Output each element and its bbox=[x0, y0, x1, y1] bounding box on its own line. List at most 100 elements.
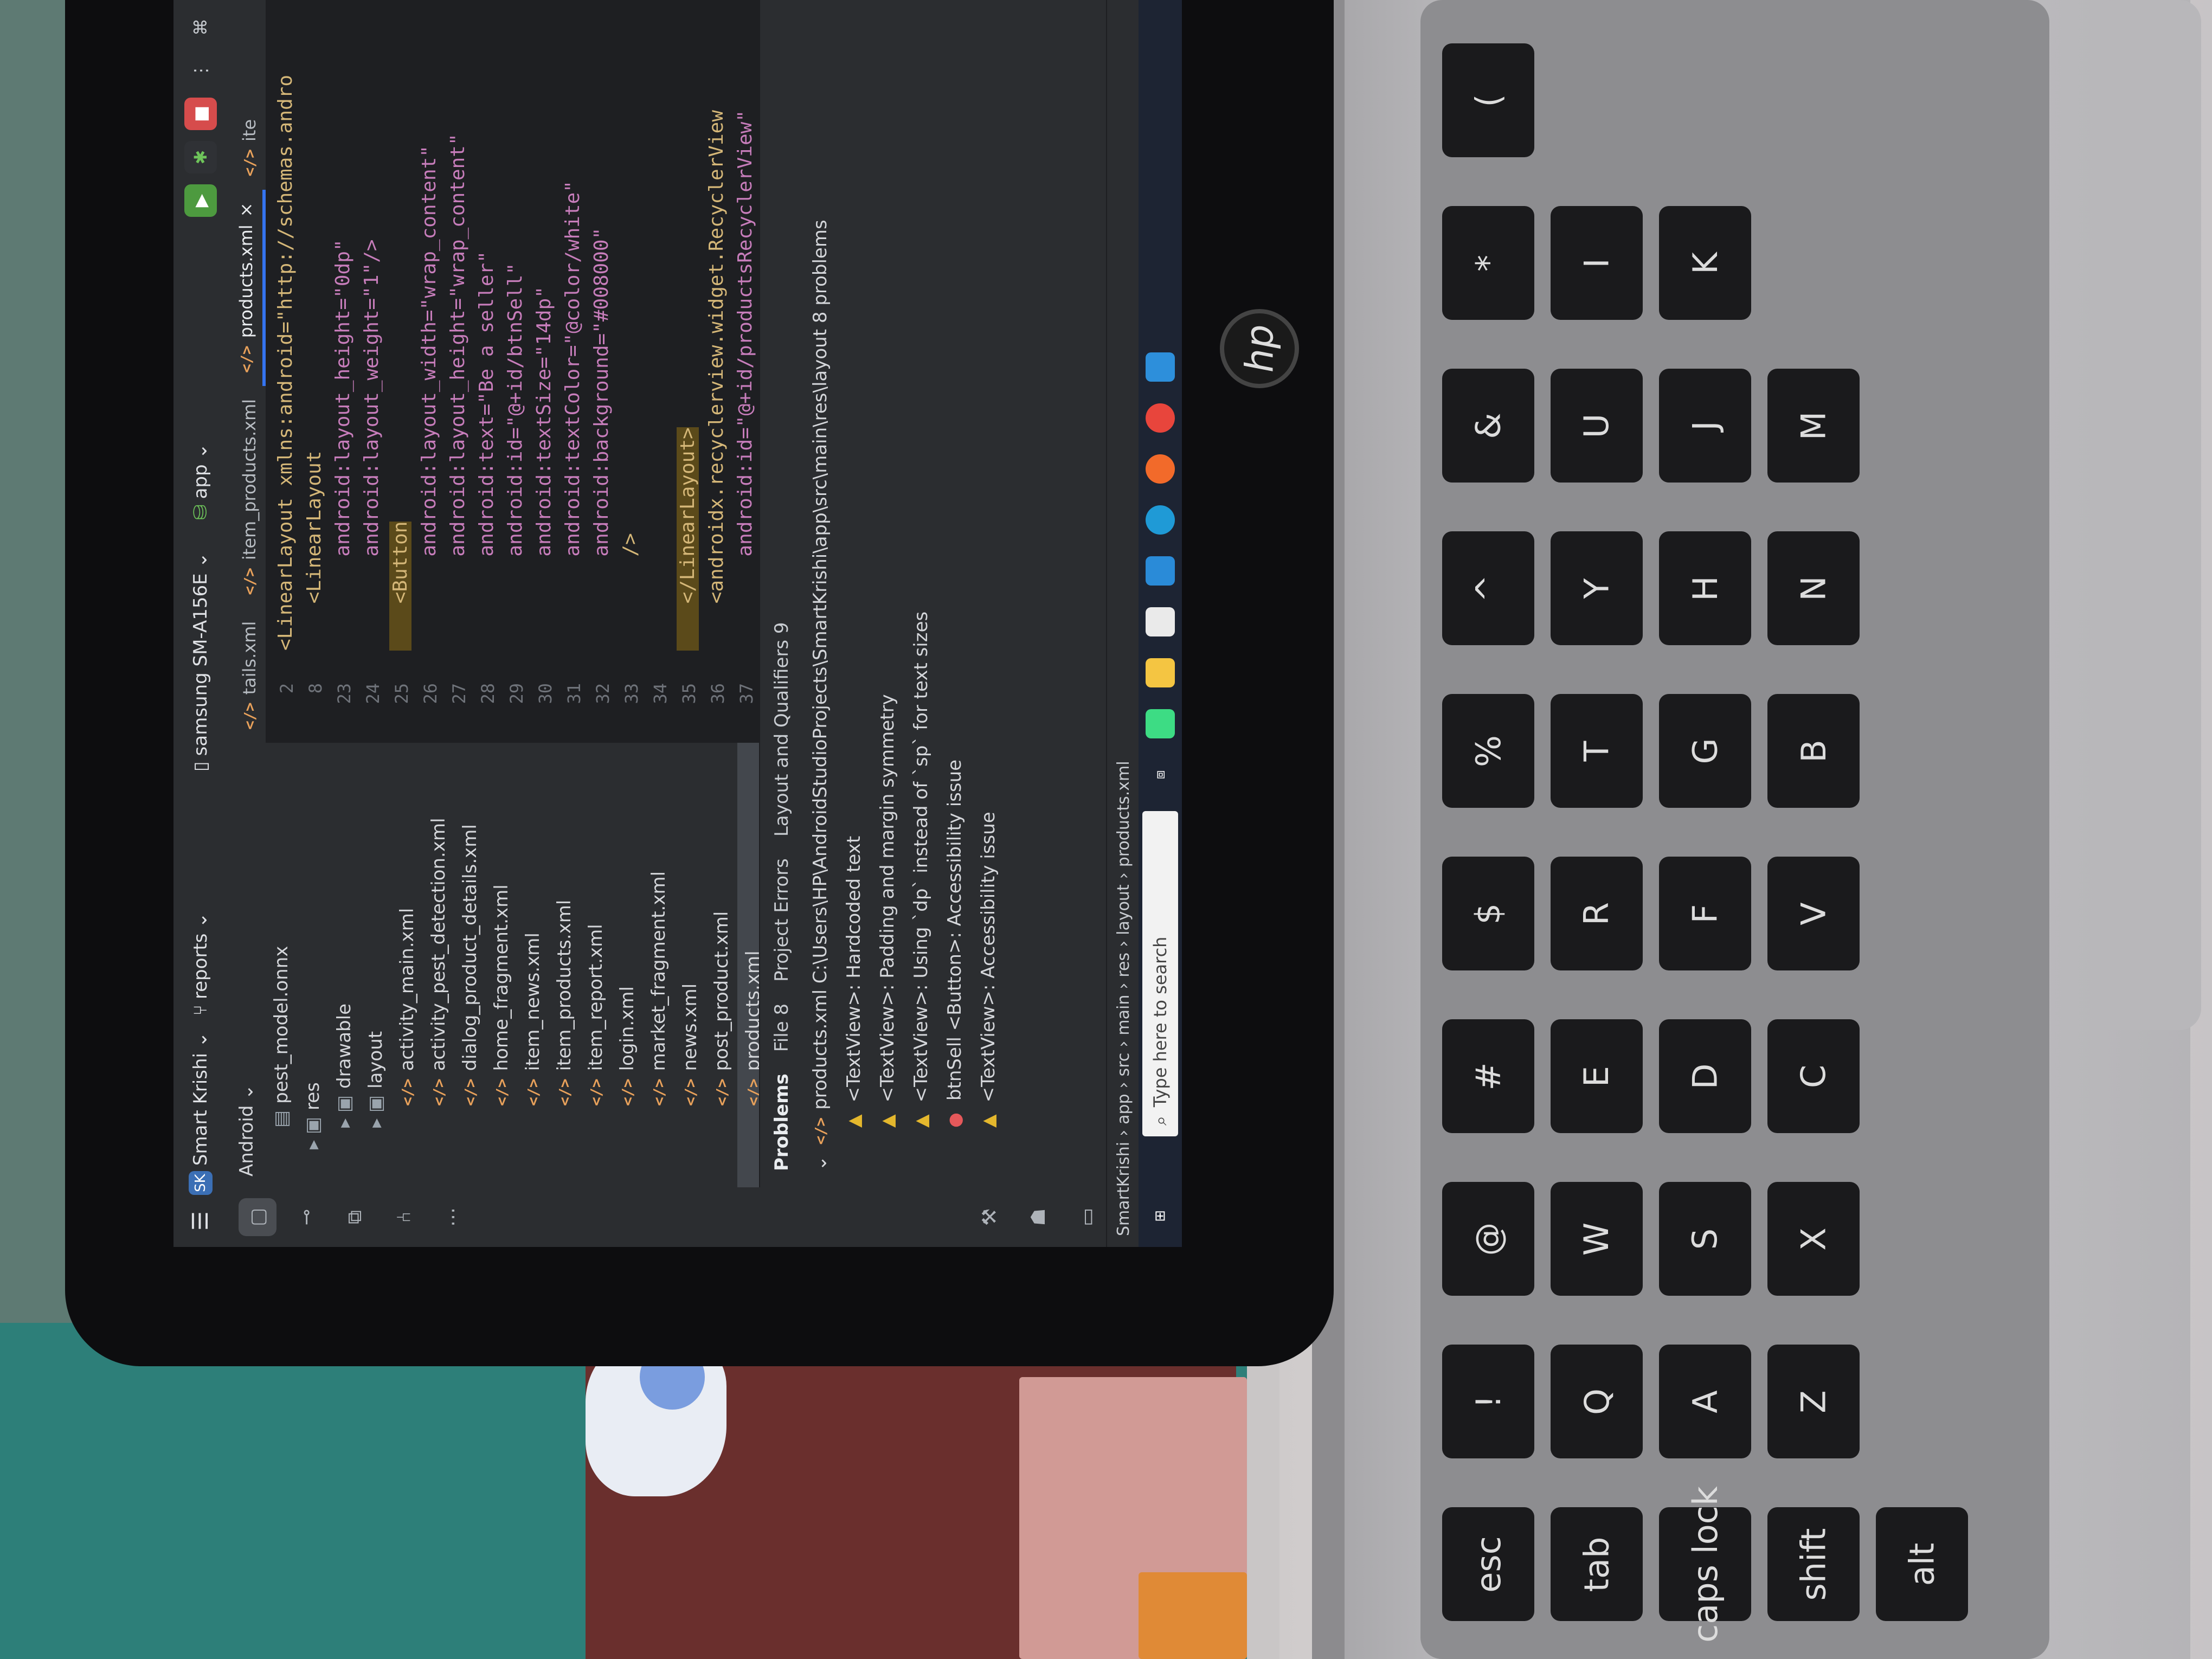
keyboard-key[interactable]: Y bbox=[1551, 531, 1643, 645]
debug-button[interactable]: ✱ bbox=[184, 141, 217, 173]
problem-item[interactable]: ▲ <TextView>: Padding and margin symmetry bbox=[871, 0, 904, 1187]
editor-tab[interactable]: </> item_products.xml bbox=[233, 386, 266, 608]
project-tree-item[interactable]: </> market_fragment.xml bbox=[643, 743, 674, 1187]
keyboard-key[interactable]: A bbox=[1659, 1345, 1751, 1458]
sdk-manager-icon[interactable]: ⌘ bbox=[184, 11, 217, 43]
project-switcher[interactable]: SK Smart Krishi ⌄ bbox=[189, 1032, 213, 1195]
close-icon[interactable]: × bbox=[236, 203, 256, 217]
breadcrumb-item[interactable]: src bbox=[1114, 1053, 1133, 1077]
pull-requests-icon[interactable]: ⑃ bbox=[385, 1198, 423, 1236]
project-tree-item[interactable]: </> item_products.xml bbox=[549, 743, 580, 1187]
device-selector[interactable]: ▯ samsung SM-A156E ⌄ bbox=[190, 552, 211, 771]
keyboard-key[interactable]: J bbox=[1659, 369, 1751, 483]
brave-icon[interactable] bbox=[1146, 454, 1175, 484]
problem-item[interactable]: ▲ <TextView>: Hardcoded text bbox=[837, 0, 871, 1187]
keyboard-key[interactable]: H bbox=[1659, 531, 1751, 645]
problems-file-header[interactable]: ⌄ </> products.xml C:\Users\HP\AndroidSt… bbox=[803, 0, 837, 1187]
keyboard-key[interactable]: Q bbox=[1551, 1345, 1643, 1458]
problems-tab[interactable]: Project Errors bbox=[771, 858, 793, 982]
project-tree-item[interactable]: </> post_product.xml bbox=[706, 743, 737, 1187]
keyboard-key[interactable]: C bbox=[1767, 1019, 1860, 1133]
breadcrumb-item[interactable]: products.xml bbox=[1114, 761, 1133, 867]
android-studio-taskbar-icon[interactable] bbox=[1146, 709, 1175, 738]
more-tools-icon[interactable]: ⋯ bbox=[434, 1198, 472, 1236]
logcat-icon[interactable]: ☗ bbox=[1019, 1198, 1057, 1236]
keyboard-key[interactable]: B bbox=[1767, 694, 1860, 808]
keyboard-key[interactable]: ! bbox=[1442, 1345, 1534, 1458]
problems-tab[interactable]: Layout and Qualifiers 9 bbox=[771, 622, 793, 837]
keyboard-key[interactable]: tab bbox=[1551, 1507, 1643, 1621]
keyboard-key[interactable]: @ bbox=[1442, 1182, 1534, 1296]
project-tree-item[interactable]: </> activity_pest_detection.xml bbox=[423, 743, 454, 1187]
keyboard-key[interactable]: V bbox=[1767, 857, 1860, 970]
keyboard-key[interactable]: R bbox=[1551, 857, 1643, 970]
project-tree-item[interactable]: </> item_news.xml bbox=[517, 743, 549, 1187]
project-tree-item[interactable]: </> dialog_product_details.xml bbox=[454, 743, 486, 1187]
keyboard-key[interactable]: G bbox=[1659, 694, 1751, 808]
project-tree-item[interactable]: ▸ ▣ res bbox=[297, 743, 329, 1187]
keyboard-key[interactable]: D bbox=[1659, 1019, 1751, 1133]
problems-tab[interactable]: Problems bbox=[771, 1073, 793, 1171]
project-tree-item[interactable]: </> login.xml bbox=[612, 743, 643, 1187]
project-tree-item[interactable]: </> item_report.xml bbox=[580, 743, 612, 1187]
notepad-icon[interactable] bbox=[1146, 607, 1175, 636]
vscode-icon[interactable] bbox=[1146, 352, 1175, 382]
breadcrumb-item[interactable]: res bbox=[1114, 953, 1133, 978]
keyboard-key[interactable]: N bbox=[1767, 531, 1860, 645]
keyboard-key[interactable]: * bbox=[1442, 206, 1534, 320]
keyboard-key[interactable]: $ bbox=[1442, 857, 1534, 970]
breadcrumb-item[interactable]: layout bbox=[1114, 884, 1133, 935]
code-area[interactable]: 2 <LinearLayout xmlns:android="http://sch… bbox=[266, 0, 759, 743]
commit-icon[interactable]: ⊸ bbox=[287, 1198, 325, 1236]
keyboard-key[interactable]: % bbox=[1442, 694, 1534, 808]
stop-button[interactable]: ■ bbox=[184, 98, 217, 130]
taskbar-search[interactable]: ⌕ Type here to search bbox=[1142, 811, 1178, 1136]
task-view-icon[interactable]: ⧈ bbox=[1146, 760, 1175, 789]
keyboard-key[interactable]: I bbox=[1551, 206, 1643, 320]
editor-tab[interactable]: </> products.xml × bbox=[230, 189, 266, 386]
vcs-branch-switcher[interactable]: ⑂ reports ⌄ bbox=[190, 912, 211, 1015]
project-folder-icon[interactable]: ▢ bbox=[239, 1198, 276, 1236]
keyboard-key[interactable]: E bbox=[1551, 1019, 1643, 1133]
editor-tab[interactable]: </> ite bbox=[233, 106, 266, 190]
keyboard-key[interactable]: ^ bbox=[1442, 531, 1534, 645]
keyboard-key[interactable]: & bbox=[1442, 369, 1534, 483]
keyboard-key[interactable]: ( bbox=[1442, 43, 1534, 157]
file-explorer-icon[interactable] bbox=[1146, 658, 1175, 687]
keyboard-key[interactable]: K bbox=[1659, 206, 1751, 320]
keyboard-key[interactable]: # bbox=[1442, 1019, 1534, 1133]
store-icon[interactable] bbox=[1146, 556, 1175, 586]
keyboard-key[interactable]: W bbox=[1551, 1182, 1643, 1296]
windows-start-icon[interactable]: ⊞ bbox=[1146, 1201, 1175, 1231]
run-config-selector[interactable]: ⛁ app ⌄ bbox=[190, 443, 211, 520]
project-tree-item[interactable]: ▤ pest_model.onnx bbox=[266, 743, 297, 1187]
problem-item[interactable]: ● btnSell <Button>: Accessibility issue bbox=[938, 0, 972, 1187]
more-options-icon[interactable]: ⋮ bbox=[184, 54, 217, 87]
keyboard-key[interactable]: esc bbox=[1442, 1507, 1534, 1621]
problems-tab[interactable]: File 8 bbox=[771, 1004, 793, 1052]
breadcrumb-item[interactable]: app bbox=[1114, 1094, 1133, 1124]
keyboard-key[interactable]: alt bbox=[1876, 1507, 1968, 1621]
touchpad[interactable] bbox=[2093, 0, 2201, 1030]
editor-tab[interactable]: </> tails.xml bbox=[233, 608, 266, 743]
keyboard-key[interactable]: F bbox=[1659, 857, 1751, 970]
main-menu-button[interactable]: ☰ bbox=[188, 1211, 213, 1231]
keyboard-key[interactable]: shift bbox=[1767, 1507, 1860, 1621]
breadcrumb-item[interactable]: main bbox=[1114, 995, 1133, 1036]
project-tree-item[interactable]: </> home_fragment.xml bbox=[486, 743, 517, 1187]
build-icon[interactable]: ⚒ bbox=[970, 1198, 1008, 1236]
keyboard-key[interactable]: X bbox=[1767, 1182, 1860, 1296]
problem-item[interactable]: ▲ <TextView>: Accessibility issue bbox=[972, 0, 1005, 1187]
project-tree-item[interactable]: </> news.xml bbox=[674, 743, 706, 1187]
keyboard-key[interactable]: T bbox=[1551, 694, 1643, 808]
structure-icon[interactable]: ⧉ bbox=[336, 1198, 374, 1236]
run-button[interactable]: ▶ bbox=[184, 184, 217, 217]
breadcrumb-item[interactable]: SmartKrishi bbox=[1114, 1142, 1133, 1236]
project-view-selector[interactable]: Android ⌄ bbox=[228, 743, 266, 1187]
keyboard-key[interactable]: M bbox=[1767, 369, 1860, 483]
project-tree-item[interactable]: </> activity_main.xml bbox=[391, 743, 423, 1187]
edge-icon[interactable] bbox=[1146, 505, 1175, 535]
keyboard-key[interactable]: S bbox=[1659, 1182, 1751, 1296]
terminal-icon[interactable]: ▭ bbox=[1068, 1198, 1106, 1236]
keyboard-key[interactable]: caps lock bbox=[1659, 1486, 1751, 1642]
